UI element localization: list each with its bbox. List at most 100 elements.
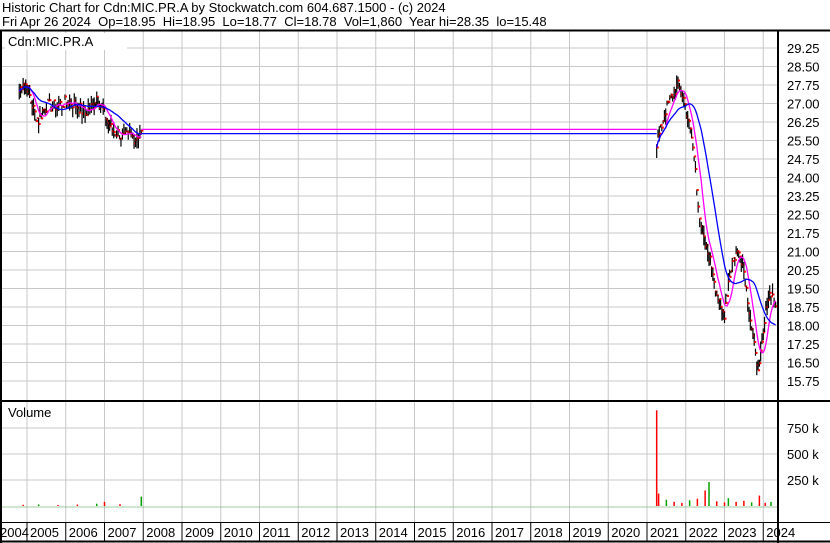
price-tick-label: 21.00 — [787, 245, 820, 260]
close-tick — [691, 136, 694, 139]
price-tick-label: 20.25 — [787, 263, 820, 278]
close-tick — [33, 104, 36, 107]
year-label: 2011 — [263, 525, 291, 540]
year-label: 2017 — [495, 525, 524, 540]
close-tick — [20, 86, 23, 89]
price-volume-chart: 29.25 28.50 27.75 27.00 26.25 25.50 24.75 24.00… — [0, 29, 830, 543]
year-label: 2009 — [185, 525, 214, 540]
close-tick — [63, 106, 66, 109]
year-label: 2018 — [534, 525, 563, 540]
close-tick — [64, 95, 67, 98]
close-tick — [712, 273, 715, 276]
volume-tick-label: 500 k — [787, 447, 819, 462]
close-tick — [692, 146, 695, 149]
year-label: 2010 — [224, 525, 253, 540]
price-tick-label: 19.50 — [787, 282, 820, 297]
close-tick — [54, 99, 57, 102]
close-tick — [671, 93, 674, 96]
close-tick — [78, 111, 81, 114]
price-tick-label: 25.50 — [787, 134, 820, 149]
price-tick-label: 18.75 — [787, 300, 820, 315]
chart-window: Historic Chart for Cdn:MIC.PR.A by Stock… — [0, 0, 830, 543]
price-tick-label: 18.00 — [787, 319, 820, 334]
year-label: 2005 — [30, 525, 59, 540]
volume-tick-label: 250 k — [787, 473, 819, 488]
short-moving-average-line — [656, 89, 777, 354]
close-tick — [754, 341, 757, 344]
close-tick — [49, 99, 52, 102]
close-tick — [698, 205, 701, 208]
close-tick — [714, 280, 717, 283]
close-tick — [29, 93, 32, 96]
close-tick — [732, 260, 735, 263]
price-tick-label: 22.50 — [787, 208, 820, 223]
close-tick — [729, 275, 732, 278]
volume-tick-label: 750 k — [787, 421, 819, 436]
price-tick-label: 29.25 — [787, 41, 820, 56]
close-tick — [758, 369, 761, 372]
price-tick-label: 27.00 — [787, 97, 820, 112]
year-label: 2022 — [689, 525, 718, 540]
year-label: 2016 — [456, 525, 485, 540]
close-tick — [725, 301, 728, 304]
close-tick — [724, 317, 727, 320]
close-tick — [738, 251, 741, 254]
year-label: 2004 — [0, 525, 29, 540]
year-label: 2007 — [108, 525, 137, 540]
price-tick-label: 15.75 — [787, 374, 820, 389]
year-label: 2014 — [379, 525, 408, 540]
close-tick — [60, 100, 63, 103]
year-label: 2024 — [766, 525, 795, 540]
close-tick — [769, 291, 772, 294]
price-tick-label: 23.25 — [787, 189, 820, 204]
close-tick — [668, 101, 671, 104]
close-tick — [41, 117, 44, 120]
close-tick — [36, 120, 39, 123]
year-label: 2021 — [650, 525, 679, 540]
close-tick — [696, 188, 699, 191]
price-tick-label: 28.50 — [787, 60, 820, 75]
close-tick — [727, 295, 730, 298]
year-label: 2006 — [69, 525, 98, 540]
price-tick-label: 17.25 — [787, 337, 820, 352]
close-tick — [747, 302, 750, 305]
close-tick — [759, 362, 762, 365]
close-tick — [34, 110, 37, 113]
close-tick — [690, 127, 693, 130]
close-tick — [761, 340, 764, 343]
close-tick — [764, 321, 767, 324]
year-label: 2015 — [418, 525, 447, 540]
close-tick — [746, 286, 749, 289]
year-label: 2019 — [573, 525, 602, 540]
close-tick — [688, 119, 691, 122]
close-tick — [699, 217, 702, 220]
close-tick — [113, 130, 116, 133]
close-tick — [665, 113, 668, 116]
close-tick — [678, 79, 680, 82]
price-tick-label: 27.75 — [787, 78, 820, 93]
close-tick — [72, 106, 75, 109]
close-tick — [772, 293, 775, 296]
year-label: 2013 — [340, 525, 369, 540]
volume-panel-label: Volume — [8, 405, 51, 420]
price-tick-label: 16.50 — [787, 356, 820, 371]
price-tick-label: 21.75 — [787, 226, 820, 241]
symbol-label: Cdn:MIC.PR.A — [8, 34, 94, 49]
close-tick — [694, 155, 697, 158]
price-tick-label: 24.75 — [787, 152, 820, 167]
close-tick — [734, 258, 737, 261]
close-tick — [38, 123, 41, 126]
year-label: 2012 — [301, 525, 330, 540]
close-tick — [660, 123, 663, 126]
close-tick — [661, 126, 664, 129]
year-label: 2008 — [146, 525, 175, 540]
price-tick-label: 24.00 — [787, 171, 820, 186]
year-label: 2023 — [728, 525, 757, 540]
close-tick — [683, 96, 686, 99]
close-tick — [750, 319, 753, 322]
close-tick — [755, 351, 758, 354]
close-tick — [110, 122, 113, 125]
close-tick — [695, 168, 698, 171]
year-label: 2020 — [611, 525, 640, 540]
close-tick — [710, 255, 713, 258]
